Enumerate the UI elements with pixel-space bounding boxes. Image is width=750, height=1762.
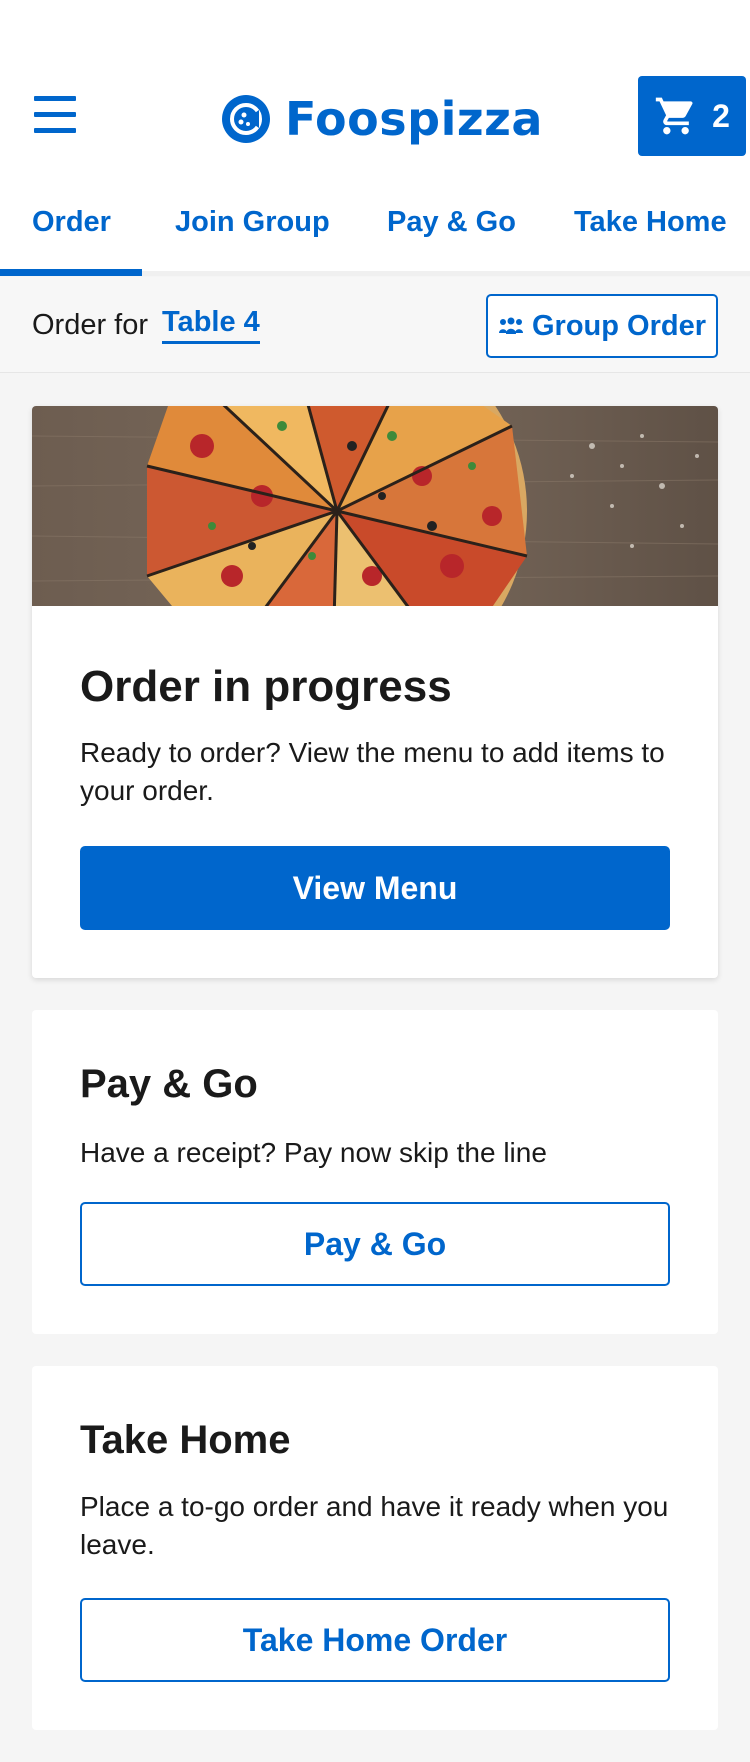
cart-button[interactable]: 2	[638, 76, 746, 156]
take-home-card: Take Home Place a to-go order and have i…	[32, 1366, 718, 1730]
group-order-button[interactable]: Group Order	[486, 294, 718, 358]
shopping-cart-icon	[655, 97, 693, 135]
app-header: Foospizza 2	[0, 0, 750, 176]
main-tabs: Order Join Group Pay & Go Take Home	[0, 176, 750, 276]
table-selector-link[interactable]: Table 4	[162, 306, 260, 344]
tab-pay-and-go[interactable]: Pay & Go	[387, 206, 516, 239]
take-home-title: Take Home	[80, 1418, 291, 1462]
pay-and-go-card: Pay & Go Have a receipt? Pay now skip th…	[32, 1010, 718, 1334]
group-order-label: Group Order	[531, 309, 706, 342]
hamburger-menu-icon[interactable]	[34, 96, 76, 134]
take-home-description: Place a to-go order and have it ready wh…	[80, 1491, 669, 1560]
tabs-scroll-track	[142, 271, 750, 276]
pay-and-go-button[interactable]: Pay & Go	[80, 1202, 670, 1286]
order-for-label: Order for	[32, 309, 149, 341]
order-in-progress-title: Order in progress	[80, 662, 452, 711]
active-tab-indicator	[0, 269, 142, 276]
cart-count-badge: 2	[712, 97, 730, 134]
pay-and-go-description: Have a receipt? Pay now skip the line	[80, 1137, 547, 1168]
brand-logo[interactable]: Foospizza	[221, 92, 543, 146]
take-home-order-button[interactable]: Take Home Order	[80, 1598, 670, 1682]
group-people-icon	[498, 317, 523, 334]
pay-and-go-title: Pay & Go	[80, 1062, 258, 1106]
tab-join-group[interactable]: Join Group	[175, 206, 330, 239]
tab-order[interactable]: Order	[32, 206, 111, 239]
view-menu-button[interactable]: View Menu	[80, 846, 670, 930]
pizza-logo-icon	[222, 95, 270, 143]
brand-name: Foospizza	[285, 92, 543, 146]
order-in-progress-description: Ready to order? View the menu to add ite…	[80, 737, 665, 806]
order-for-bar: Order for Table 4 Group Order	[0, 277, 750, 373]
order-in-progress-card: Order in progress Ready to order? View t…	[32, 406, 718, 978]
pizza-hero-image	[32, 406, 718, 606]
tab-take-home[interactable]: Take Home	[574, 206, 727, 239]
